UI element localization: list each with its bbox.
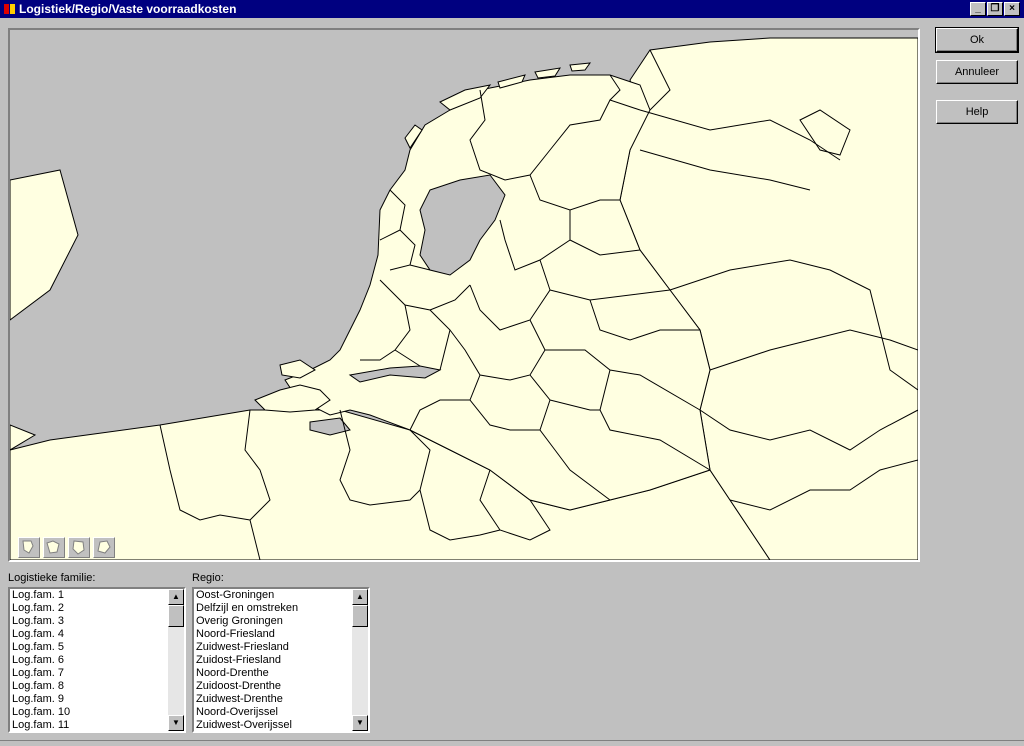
list-item[interactable]: Log.fam. 5 (12, 641, 184, 654)
list-item[interactable]: Delfzijl en omstreken (196, 602, 368, 615)
window-title: Logistiek/Regio/Vaste voorraadkosten (19, 2, 237, 16)
list-item[interactable]: Log.fam. 6 (12, 654, 184, 667)
list-item[interactable]: Noord-Friesland (196, 628, 368, 641)
region-listbox[interactable]: Oost-Groningen Delfzijl en omstreken Ove… (192, 587, 370, 733)
family-scrollbar[interactable]: ▲ ▼ (168, 589, 184, 731)
ok-button[interactable]: Ok (935, 27, 1019, 53)
list-item[interactable]: Zuidwest-Overijssel (196, 719, 368, 731)
restore-button[interactable]: ❐ (987, 2, 1003, 16)
title-bar: Logistiek/Regio/Vaste voorraadkosten _ ❐… (0, 0, 1024, 18)
scroll-down-icon[interactable]: ▼ (168, 715, 184, 731)
close-button[interactable]: × (1004, 2, 1020, 16)
list-item[interactable]: Zuidwest-Drenthe (196, 693, 368, 706)
list-item[interactable]: Noord-Overijssel (196, 706, 368, 719)
list-item[interactable]: Oost-Groningen (196, 589, 368, 602)
netherlands-region-map[interactable] (10, 30, 918, 560)
list-item[interactable]: Log.fam. 9 (12, 693, 184, 706)
list-item[interactable]: Log.fam. 11 (12, 719, 184, 731)
list-item[interactable]: Zuidwest-Friesland (196, 641, 368, 654)
list-item[interactable]: Log.fam. 7 (12, 667, 184, 680)
map-tool-3-icon[interactable] (68, 537, 90, 558)
map-tool-4-icon[interactable] (93, 537, 115, 558)
scroll-thumb[interactable] (168, 605, 184, 627)
list-item[interactable]: Log.fam. 4 (12, 628, 184, 641)
map-tool-2-icon[interactable] (43, 537, 65, 558)
scroll-up-icon[interactable]: ▲ (168, 589, 184, 605)
list-item[interactable]: Noord-Drenthe (196, 667, 368, 680)
list-item[interactable]: Log.fam. 10 (12, 706, 184, 719)
list-item[interactable]: Zuidoost-Drenthe (196, 680, 368, 693)
list-item[interactable]: Log.fam. 8 (12, 680, 184, 693)
scroll-thumb[interactable] (352, 605, 368, 627)
region-list-label: Regio: (192, 572, 224, 584)
family-list: Log.fam. 1 Log.fam. 2 Log.fam. 3 Log.fam… (10, 589, 184, 731)
map-tool-1-icon[interactable] (18, 537, 40, 558)
scroll-down-icon[interactable]: ▼ (352, 715, 368, 731)
cancel-button[interactable]: Annuleer (936, 60, 1018, 84)
region-scrollbar[interactable]: ▲ ▼ (352, 589, 368, 731)
list-item[interactable]: Zuidost-Friesland (196, 654, 368, 667)
scroll-up-icon[interactable]: ▲ (352, 589, 368, 605)
list-item[interactable]: Log.fam. 2 (12, 602, 184, 615)
status-bar (0, 740, 1024, 746)
list-item[interactable]: Log.fam. 1 (12, 589, 184, 602)
help-button[interactable]: Help (936, 100, 1018, 124)
family-listbox[interactable]: Log.fam. 1 Log.fam. 2 Log.fam. 3 Log.fam… (8, 587, 186, 733)
region-map[interactable] (8, 28, 920, 562)
app-icon (4, 4, 15, 14)
list-item[interactable]: Overig Groningen (196, 615, 368, 628)
list-item[interactable]: Log.fam. 3 (12, 615, 184, 628)
region-list: Oost-Groningen Delfzijl en omstreken Ove… (194, 589, 368, 731)
family-list-label: Logistieke familie: (8, 572, 96, 584)
minimize-button[interactable]: _ (970, 2, 986, 16)
